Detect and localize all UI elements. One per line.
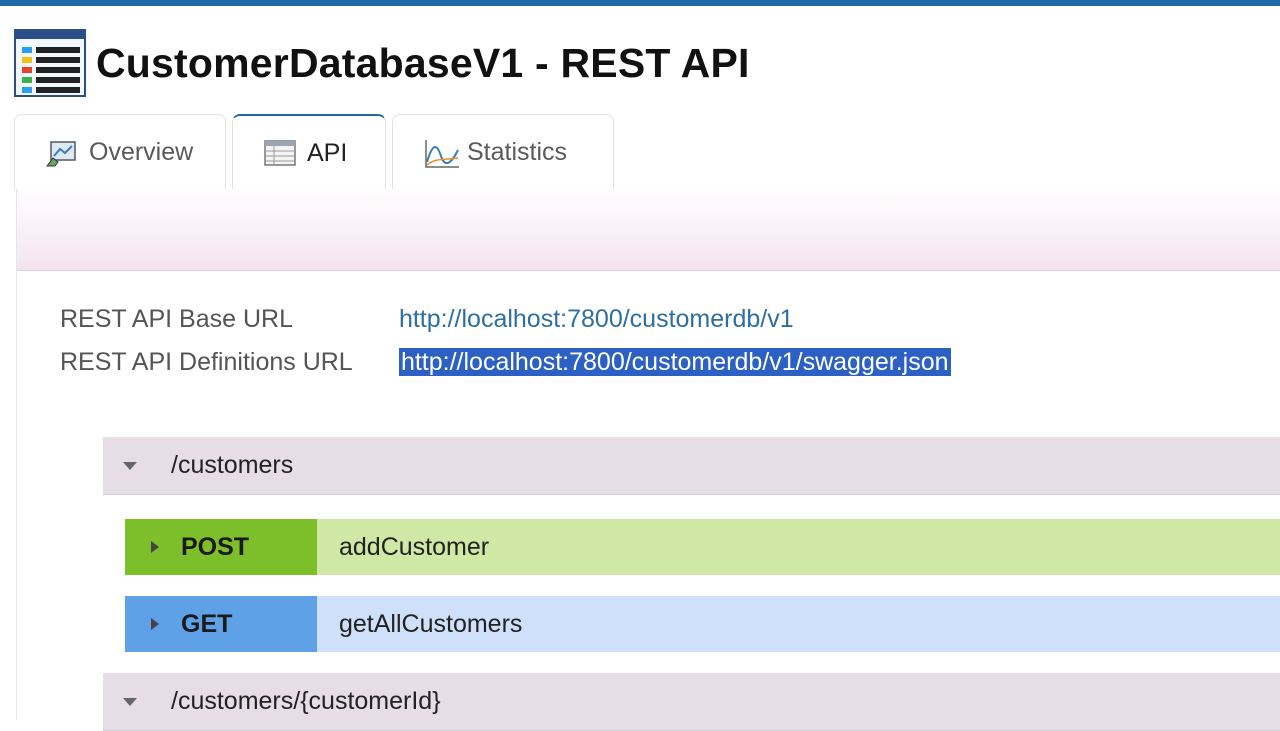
database-table-icon <box>14 29 86 97</box>
tab-statistics-label: Statistics <box>467 138 568 166</box>
toolbar-strip <box>16 189 1280 271</box>
top-stripe <box>0 0 1280 6</box>
page-header: CustomerDatabaseV1 - REST API <box>14 28 750 98</box>
operation-post-addcustomer[interactable]: POST addCustomer <box>125 519 1280 575</box>
definitions-url-row: REST API Definitions URL http://localhos… <box>60 348 951 377</box>
chart-line-icon <box>423 138 459 168</box>
method-badge-get: GET <box>125 596 317 652</box>
method-label: GET <box>181 609 233 638</box>
caret-down-icon <box>123 697 137 706</box>
base-url-row: REST API Base URL http://localhost:7800/… <box>60 305 794 334</box>
caret-right-icon <box>151 541 159 553</box>
tab-overview[interactable]: Overview <box>14 114 226 190</box>
tab-api[interactable]: API <box>232 114 386 190</box>
operation-summary: addCustomer <box>317 519 1280 575</box>
tab-bar: Overview API Statistics <box>14 112 620 190</box>
base-url-link[interactable]: http://localhost:7800/customerdb/v1 <box>399 305 794 333</box>
resource-path: /customers/{customerId} <box>171 687 441 715</box>
tab-overview-label: Overview <box>89 138 194 166</box>
caret-down-icon <box>123 461 137 470</box>
definitions-url-label: REST API Definitions URL <box>60 348 353 376</box>
caret-right-icon <box>151 618 159 630</box>
content-border <box>16 189 17 720</box>
tab-api-label: API <box>307 138 348 167</box>
table-icon <box>263 138 297 168</box>
base-url-label: REST API Base URL <box>60 305 293 333</box>
definitions-url-link[interactable]: http://localhost:7800/customerdb/v1/swag… <box>398 348 951 376</box>
operation-get-getallcustomers[interactable]: GET getAllCustomers <box>125 596 1280 652</box>
tab-statistics[interactable]: Statistics <box>392 114 614 190</box>
method-label: POST <box>181 532 250 561</box>
overview-icon <box>45 138 79 168</box>
resource-customers[interactable]: /customers <box>103 437 1280 495</box>
resource-path: /customers <box>171 451 294 479</box>
resource-customers-customerid[interactable]: /customers/{customerId} <box>103 673 1280 731</box>
page-title: CustomerDatabaseV1 - REST API <box>96 39 750 86</box>
operation-summary: getAllCustomers <box>317 596 1280 652</box>
method-badge-post: POST <box>125 519 317 575</box>
